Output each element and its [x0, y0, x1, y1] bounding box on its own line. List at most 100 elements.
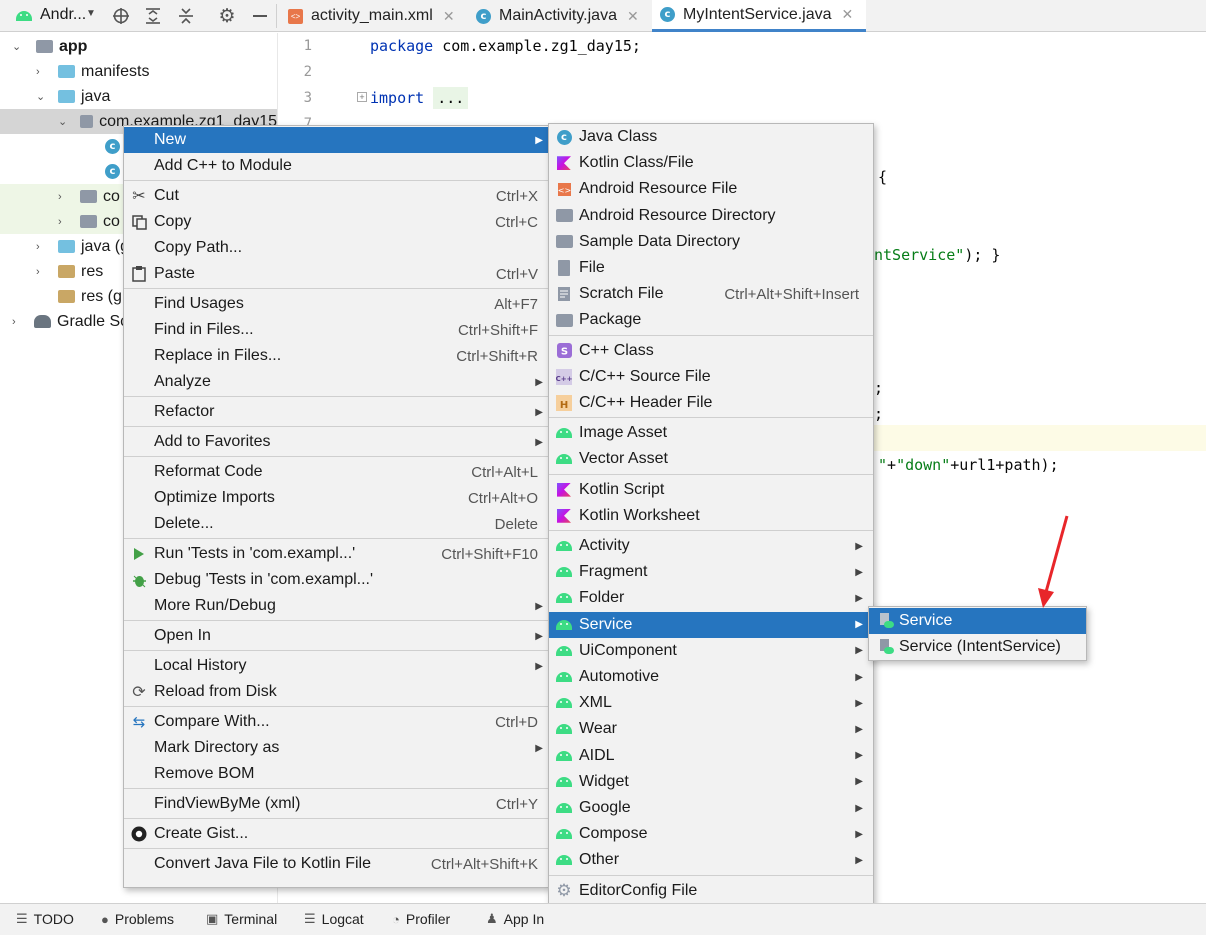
menu-item-service[interactable]: Service: [869, 608, 1086, 634]
menu-item-convert-java-file-to-kotlin-file[interactable]: Convert Java File to Kotlin File Ctrl+Alt…: [124, 851, 549, 877]
menu-item-image-asset[interactable]: Image Asset: [549, 420, 873, 446]
menu-item-package[interactable]: Package: [549, 307, 873, 333]
menu-item-c-class[interactable]: S C++ Class: [549, 338, 873, 364]
menu-item-fragment[interactable]: Fragment ▶: [549, 559, 873, 585]
menu-item-new[interactable]: New ▶: [124, 127, 549, 153]
menu-item-android-resource-directory[interactable]: Android Resource Directory: [549, 203, 873, 229]
chevron-right-icon[interactable]: ›: [58, 191, 70, 203]
chevron-right-icon[interactable]: ›: [36, 66, 48, 78]
menu-item-wear[interactable]: Wear ▶: [549, 716, 873, 742]
menu-item-label: Find in Files...: [154, 321, 254, 338]
tab-activity-main-xml[interactable]: <> activity_main.xml ✕: [280, 0, 463, 32]
tree-item-label: java (g: [81, 237, 130, 255]
project-view-selector[interactable]: Andr...: [40, 6, 86, 24]
folded-imports[interactable]: ...: [433, 87, 469, 109]
menu-item-widget[interactable]: Widget ▶: [549, 769, 873, 795]
close-icon[interactable]: ✕: [627, 8, 639, 25]
menu-item-open-in[interactable]: Open In ▶: [124, 623, 549, 649]
menu-item-automotive[interactable]: Automotive ▶: [549, 664, 873, 690]
menu-item-scratch-file[interactable]: Scratch File Ctrl+Alt+Shift+Insert: [549, 281, 873, 307]
menu-item-reformat-code[interactable]: Reformat Code Ctrl+Alt+L: [124, 459, 549, 485]
menu-item-label: Service: [899, 612, 953, 629]
menu-item-xml[interactable]: XML ▶: [549, 690, 873, 716]
menu-item-find-usages[interactable]: Find Usages Alt+F7: [124, 291, 549, 317]
tree-item-java[interactable]: ⌄ java: [0, 84, 277, 109]
menu-item-service[interactable]: Service ▶: [549, 611, 873, 638]
menu-item-add-to-favorites[interactable]: Add to Favorites ▶: [124, 429, 549, 455]
menu-item-shortcut: Ctrl+Y: [495, 795, 538, 813]
close-icon[interactable]: ✕: [443, 8, 455, 25]
collapse-all-icon[interactable]: [174, 4, 198, 28]
menu-item-find-in-files[interactable]: Find in Files... Ctrl+Shift+F: [124, 317, 549, 343]
menu-item-java-class[interactable]: c Java Class: [549, 124, 873, 150]
menu-item-mark-directory-as[interactable]: Mark Directory as ▶: [124, 735, 549, 761]
menu-item-local-history[interactable]: Local History ▶: [124, 653, 549, 679]
menu-item-aidl[interactable]: AIDL ▶: [549, 743, 873, 769]
locate-icon[interactable]: [109, 4, 133, 28]
menu-item-folder[interactable]: Folder ▶: [549, 585, 873, 611]
tab-my-intent-service[interactable]: c MyIntentService.java ✕: [652, 0, 866, 32]
menu-item-paste[interactable]: Paste Ctrl+V: [124, 261, 549, 287]
menu-item-compare-with[interactable]: ⇆ Compare With... Ctrl+D: [124, 709, 549, 735]
submenu-arrow-icon: ▶: [855, 750, 863, 762]
menu-item-editorconfig-file[interactable]: ⚙ EditorConfig File: [549, 878, 873, 904]
menu-item-replace-in-files[interactable]: Replace in Files... Ctrl+Shift+R: [124, 343, 549, 369]
menu-item-run-tests-in-com-exampl[interactable]: Run 'Tests in 'com.exampl...' Ctrl+Shift+…: [124, 541, 549, 567]
menu-item-optimize-imports[interactable]: Optimize Imports Ctrl+Alt+O: [124, 485, 549, 511]
menu-item-sample-data-directory[interactable]: Sample Data Directory: [549, 229, 873, 255]
menu-item-copy[interactable]: Copy Ctrl+C: [124, 209, 549, 235]
tool-problems[interactable]: ● Problems: [101, 911, 174, 927]
menu-item-activity[interactable]: Activity ▶: [549, 533, 873, 559]
java-class-icon: c: [476, 8, 491, 24]
menu-separator: [549, 334, 873, 336]
tab-main-activity[interactable]: c MainActivity.java ✕: [468, 0, 647, 32]
menu-item-create-gist[interactable]: Create Gist...: [124, 821, 549, 847]
chevron-down-icon[interactable]: ⌄: [12, 40, 24, 53]
tool-logcat[interactable]: ☰ Logcat: [304, 911, 364, 927]
menu-item-label: Image Asset: [579, 424, 668, 442]
menu-item-vector-asset[interactable]: Vector Asset: [549, 446, 873, 472]
menu-item-reload-from-disk[interactable]: ⟳ Reload from Disk: [124, 679, 549, 705]
chevron-down-icon[interactable]: ⌄: [36, 90, 48, 103]
menu-item-c-c-header-file[interactable]: H C/C++ Header File: [549, 390, 873, 416]
chevron-right-icon[interactable]: ›: [12, 316, 24, 328]
menu-item-remove-bom[interactable]: Remove BOM: [124, 761, 549, 787]
tool-todo[interactable]: ☰ TODO: [16, 911, 74, 927]
menu-item-kotlin-class-file[interactable]: Kotlin Class/File: [549, 150, 873, 176]
service-file-icon: [877, 612, 895, 630]
menu-item-intent-service[interactable]: Service (IntentService): [869, 634, 1086, 660]
menu-item-compose[interactable]: Compose ▶: [549, 821, 873, 847]
chevron-right-icon[interactable]: ›: [36, 241, 48, 253]
close-icon[interactable]: ✕: [842, 6, 854, 23]
menu-item-copy-path[interactable]: Copy Path...: [124, 235, 549, 261]
menu-item-add-c-to-module[interactable]: Add C++ to Module: [124, 153, 549, 179]
gear-icon[interactable]: ⚙: [215, 4, 239, 28]
chevron-down-icon[interactable]: ⌄: [58, 115, 70, 128]
menu-item-android-resource-file[interactable]: <> Android Resource File: [549, 176, 873, 202]
menu-item-other[interactable]: Other ▶: [549, 847, 873, 873]
menu-item-kotlin-script[interactable]: Kotlin Script: [549, 477, 873, 503]
menu-item-kotlin-worksheet[interactable]: Kotlin Worksheet: [549, 503, 873, 529]
submenu-arrow-icon: ▶: [855, 645, 863, 657]
expand-all-icon[interactable]: [141, 4, 165, 28]
minimize-icon[interactable]: [248, 4, 272, 28]
chevron-right-icon[interactable]: ›: [58, 216, 70, 228]
menu-item-delete[interactable]: Delete... Delete: [124, 511, 549, 537]
tool-app-inspection[interactable]: ♟ App In: [486, 911, 544, 927]
menu-item-c-c-source-file[interactable]: C++ C/C++ Source File: [549, 364, 873, 390]
menu-item-findviewbyme-xml[interactable]: FindViewByMe (xml) Ctrl+Y: [124, 791, 549, 817]
menu-item-more-run-debug[interactable]: More Run/Debug ▶: [124, 593, 549, 619]
menu-item-cut[interactable]: ✂ Cut Ctrl+X: [124, 183, 549, 209]
menu-item-refactor[interactable]: Refactor ▶: [124, 399, 549, 425]
menu-item-file[interactable]: File: [549, 255, 873, 281]
menu-item-analyze[interactable]: Analyze ▶: [124, 369, 549, 395]
chevron-down-icon[interactable]: ▼: [86, 8, 96, 19]
chevron-right-icon[interactable]: ›: [36, 266, 48, 278]
tool-terminal[interactable]: ▣ Terminal: [206, 911, 277, 927]
menu-item-debug-tests-in-com-exampl[interactable]: Debug 'Tests in 'com.exampl...': [124, 567, 549, 593]
tree-item-manifests[interactable]: › manifests: [0, 59, 277, 84]
menu-item-uicomponent[interactable]: UiComponent ▶: [549, 638, 873, 664]
tree-item-app[interactable]: ⌄ app: [0, 34, 277, 59]
tool-profiler[interactable]: ◔ Profiler: [392, 911, 450, 927]
menu-item-google[interactable]: Google ▶: [549, 795, 873, 821]
